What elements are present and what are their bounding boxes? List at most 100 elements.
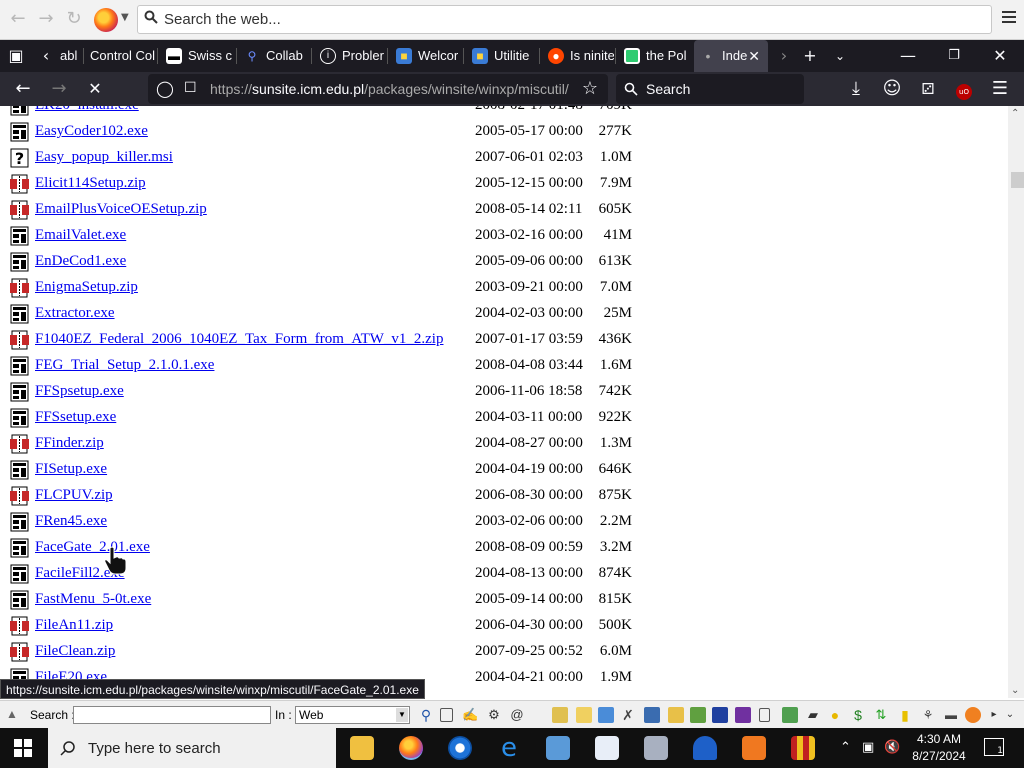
system-clock[interactable]: 4:30 AM 8/27/2024 — [908, 731, 970, 765]
back-icon[interactable]: ← — [8, 9, 28, 29]
tree-icon[interactable]: ⚘ — [920, 707, 936, 723]
dollar-icon[interactable]: $ — [850, 707, 866, 723]
winrar-icon[interactable] — [791, 736, 815, 760]
tab-6[interactable]: ■ Utilitie — [466, 40, 538, 72]
app-icon-1[interactable] — [546, 736, 570, 760]
dash-icon[interactable]: ▬ — [943, 707, 959, 723]
photo-icon[interactable] — [690, 707, 706, 723]
tab-0[interactable]: abl — [58, 40, 82, 72]
file-link[interactable]: FileAn11.zip — [35, 617, 113, 634]
taskbar-search-box[interactable]: Type here to search — [48, 728, 336, 768]
at-icon[interactable]: @ — [509, 707, 525, 723]
web-search-box[interactable]: Search the web... — [137, 5, 992, 34]
url-bar[interactable]: ◯ ☐ https://sunsite.icm.edu.pl/packages/… — [148, 74, 608, 104]
tab-9-active[interactable]: • Inde ✕ — [694, 40, 768, 72]
file-link[interactable]: FISetup.exe — [35, 461, 107, 478]
file-link[interactable]: Easy_popup_killer.msi — [35, 149, 173, 166]
tab-1[interactable]: Control Col — [84, 40, 156, 72]
options-icon[interactable]: ⚙ — [486, 707, 502, 723]
restore-icon[interactable]: ❐ — [940, 40, 968, 72]
downloads-icon[interactable]: ⤓ — [845, 78, 867, 100]
vertical-scrollbar[interactable]: ⌃ ⌄ — [1008, 106, 1024, 698]
file-link[interactable]: F1040EZ_Federal_2006_1040EZ_Tax_Form_fro… — [35, 331, 443, 348]
transfer-arrows-icon[interactable]: ⇅ — [873, 707, 889, 723]
binoculars-icon[interactable] — [644, 707, 660, 723]
app-icon-4[interactable] — [693, 736, 717, 760]
shield-icon[interactable]: ◯ — [156, 79, 174, 98]
find-icon[interactable]: ⚲ — [418, 707, 434, 723]
tab-8[interactable]: the Pol — [618, 40, 690, 72]
scroll-tabs-left-icon[interactable]: ‹ — [32, 40, 60, 72]
file-link[interactable]: EnDeCod1.exe — [35, 253, 126, 270]
file-link[interactable]: EK20_install.exe — [35, 106, 139, 114]
open-folder-icon[interactable] — [576, 707, 592, 723]
lightbulb-icon[interactable]: ● — [827, 707, 843, 723]
notification-icon[interactable]: 1 — [984, 738, 1004, 756]
tab-3[interactable]: ⚲ Collab — [238, 40, 310, 72]
file-link[interactable]: FLCPUV.zip — [35, 487, 113, 504]
scroll-up-icon[interactable]: ⌃ — [1011, 108, 1019, 119]
search-scope-select[interactable]: Web ▼ — [295, 706, 410, 724]
more-tools-icon[interactable]: ▸ — [986, 707, 1002, 723]
battery-icon[interactable]: ▮ — [897, 707, 913, 723]
volume-muted-icon[interactable]: 🔇 — [884, 740, 900, 755]
file-link[interactable]: FFSpsetup.exe — [35, 383, 124, 400]
file-link[interactable]: FFSsetup.exe — [35, 409, 116, 426]
file-link[interactable]: FFinder.zip — [35, 435, 104, 452]
close-window-icon[interactable]: ✕ — [986, 40, 1014, 72]
forward-icon[interactable]: → — [48, 78, 70, 100]
rss-icon[interactable] — [742, 736, 766, 760]
lock-icon[interactable]: ☐ — [184, 80, 197, 96]
tab-7[interactable]: ● Is ninite — [542, 40, 614, 72]
back-icon[interactable]: ← — [12, 78, 34, 100]
forward-icon[interactable]: → — [36, 9, 56, 29]
close-tab-icon[interactable]: ✕ — [748, 40, 760, 72]
chrome-icon[interactable] — [448, 736, 472, 760]
extensions-icon[interactable]: ⚂ — [917, 78, 939, 100]
scrollbar-thumb[interactable] — [1011, 172, 1024, 188]
diamond-icon[interactable] — [712, 707, 728, 723]
chevron-down-icon[interactable]: ▼ — [121, 12, 129, 23]
search-bar[interactable]: Search — [616, 74, 804, 104]
firefox-logo-icon[interactable] — [94, 8, 118, 32]
scroll-down-icon[interactable]: ⌄ — [1011, 685, 1019, 696]
folder-icon[interactable] — [552, 707, 568, 723]
toolbar-chevron-icon[interactable]: ⌄ — [1002, 707, 1018, 723]
account-icon[interactable]: ☺ — [881, 78, 903, 100]
minimize-icon[interactable]: — — [894, 40, 922, 72]
highlight-icon[interactable]: ✍ — [462, 707, 478, 723]
firefox-icon[interactable] — [399, 736, 423, 760]
scroll-tabs-right-icon[interactable]: › — [770, 40, 798, 72]
app-icon-3[interactable] — [644, 736, 668, 760]
file-explorer-icon[interactable] — [350, 736, 374, 760]
file-link[interactable]: FaceGate_2.01.exe — [35, 539, 150, 556]
file-link[interactable]: Elicit114Setup.zip — [35, 175, 146, 192]
archive-icon[interactable] — [735, 707, 751, 723]
bookmark-star-icon[interactable]: ☆ — [582, 78, 598, 99]
app-icon-2[interactable] — [595, 736, 619, 760]
file-link[interactable]: FastMenu_5-0t.exe — [35, 591, 151, 608]
orange-circle-icon[interactable] — [965, 707, 981, 723]
window-icon[interactable] — [598, 707, 614, 723]
tab-overview-icon[interactable]: ▣ — [2, 40, 30, 72]
ublock-icon[interactable]: uO — [953, 78, 975, 100]
file-link[interactable]: Extractor.exe — [35, 305, 115, 322]
clipboard-icon[interactable] — [759, 708, 770, 722]
file-link[interactable]: EasyCoder102.exe — [35, 123, 148, 140]
reload-icon[interactable]: ↻ — [64, 9, 84, 29]
toolbar-search-input[interactable] — [73, 706, 271, 724]
hamburger-menu-icon[interactable] — [1002, 11, 1016, 25]
file-link[interactable]: FileClean.zip — [35, 643, 115, 660]
eraser-icon[interactable]: ▰ — [805, 707, 821, 723]
copy-icon[interactable] — [440, 708, 453, 722]
app-menu-icon[interactable]: ☰ — [989, 78, 1011, 100]
network-icon[interactable]: ▣ — [862, 740, 874, 755]
grid-icon[interactable] — [782, 707, 798, 723]
stop-loading-icon[interactable]: ✕ — [84, 78, 106, 100]
list-all-tabs-icon[interactable]: ⌄ — [826, 40, 854, 72]
folder-tree-icon[interactable] — [668, 707, 684, 723]
tab-5[interactable]: ■ Welcor — [390, 40, 462, 72]
tab-4[interactable]: i Probler — [314, 40, 386, 72]
new-tab-icon[interactable]: + — [796, 40, 824, 72]
file-link[interactable]: FEG_Trial_Setup_2.1.0.1.exe — [35, 357, 214, 374]
